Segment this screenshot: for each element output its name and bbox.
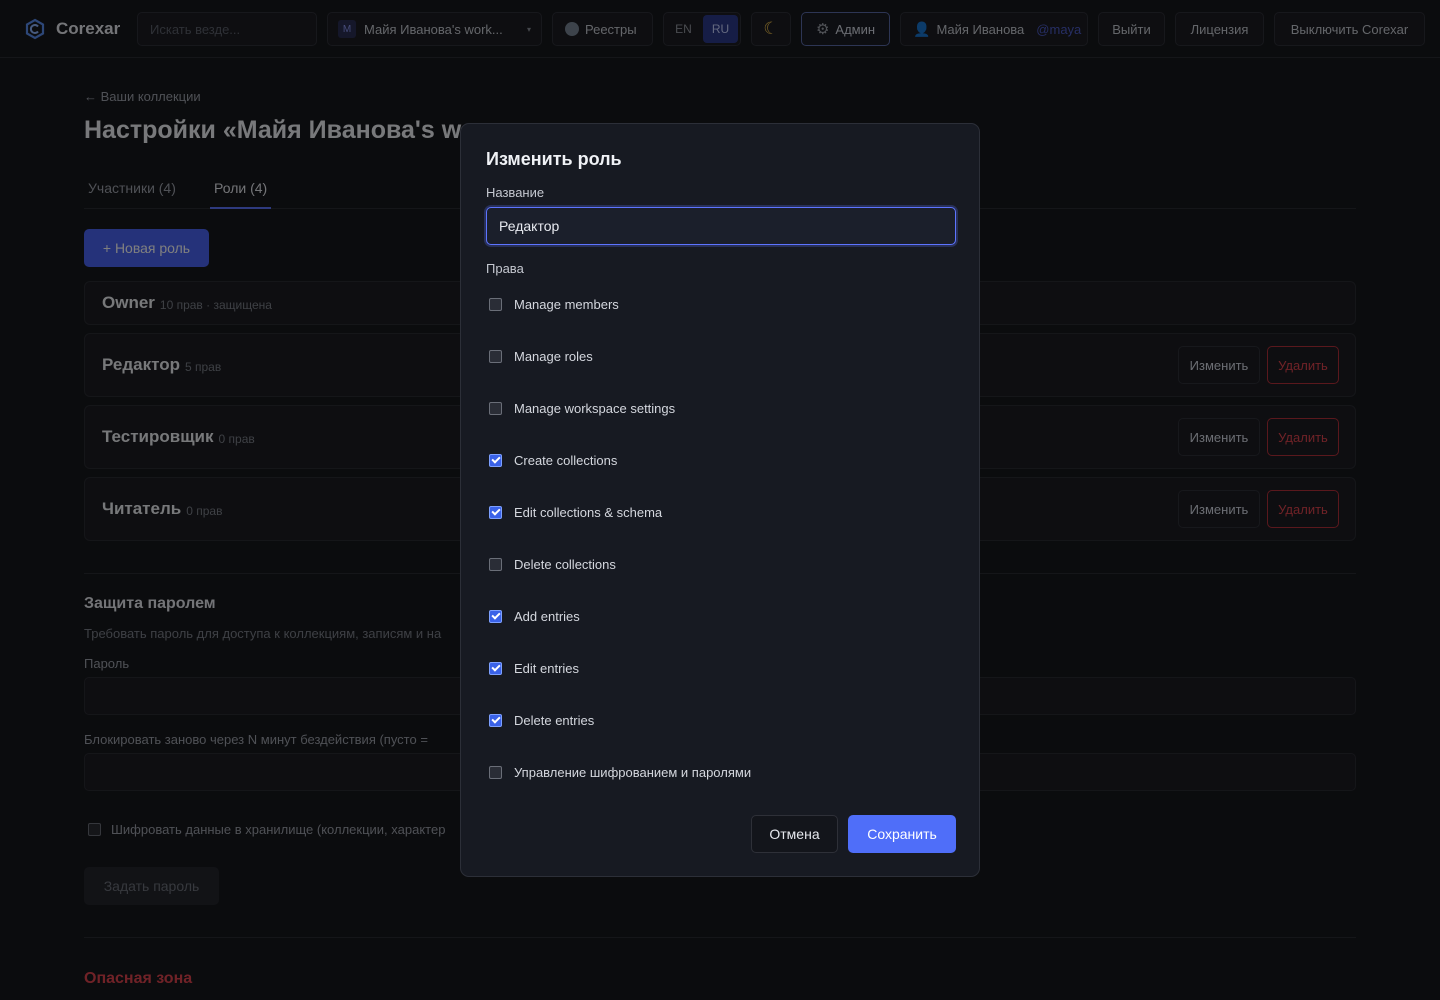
permission-option[interactable]: Delete collections [489, 557, 616, 572]
cancel-button[interactable]: Отмена [751, 815, 838, 853]
permission-option[interactable]: Manage roles [489, 349, 593, 364]
permission-option[interactable]: Edit collections & schema [489, 505, 662, 520]
role-name-input[interactable] [486, 207, 956, 245]
edit-role-dialog: Изменить роль Название Права Manage memb… [460, 123, 980, 877]
permission-label: Delete entries [514, 713, 595, 728]
permission-label: Manage members [514, 297, 619, 312]
permission-label: Edit collections & schema [514, 505, 663, 520]
permission-option[interactable]: Manage workspace settings [489, 401, 675, 416]
permission-option[interactable]: Manage members [489, 297, 619, 312]
save-button[interactable]: Сохранить [848, 815, 956, 853]
permission-checkbox[interactable] [489, 506, 502, 519]
permission-label: Add entries [514, 609, 580, 624]
permission-label: Create collections [514, 453, 618, 468]
permission-checkbox[interactable] [489, 610, 502, 623]
dialog-title: Изменить роль [486, 149, 622, 169]
permission-option[interactable]: Add entries [489, 609, 580, 624]
permission-checkbox[interactable] [489, 714, 502, 727]
permission-label: Edit entries [514, 661, 580, 676]
permission-label: Управление шифрованием и паролями [514, 765, 752, 780]
permission-checkbox[interactable] [489, 298, 502, 311]
role-name-label: Название [486, 185, 545, 200]
permission-option[interactable]: Create collections [489, 453, 617, 468]
permission-checkbox[interactable] [489, 454, 502, 467]
permission-checkbox[interactable] [489, 402, 502, 415]
permission-checkbox[interactable] [489, 662, 502, 675]
permission-option[interactable]: Delete entries [489, 713, 594, 728]
permission-label: Manage workspace settings [514, 401, 676, 416]
permission-label: Delete collections [514, 557, 616, 572]
permissions-label: Права [486, 261, 524, 276]
permission-option[interactable]: Управление шифрованием и паролями [489, 765, 751, 780]
permission-checkbox[interactable] [489, 558, 502, 571]
permission-label: Manage roles [514, 349, 593, 364]
permission-option[interactable]: Edit entries [489, 661, 579, 676]
permission-checkbox[interactable] [489, 766, 502, 779]
permission-checkbox[interactable] [489, 350, 502, 363]
